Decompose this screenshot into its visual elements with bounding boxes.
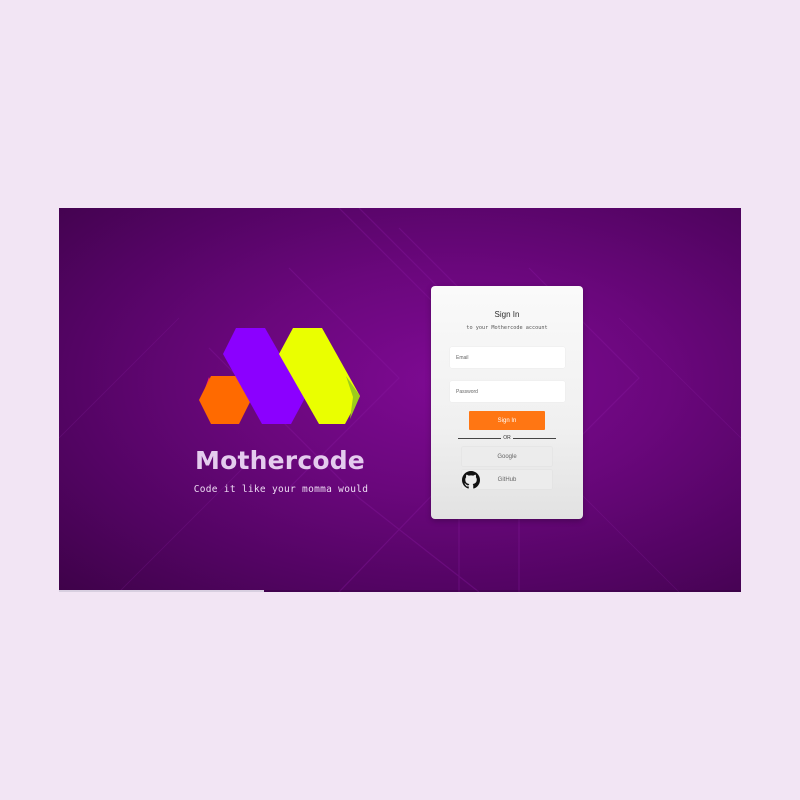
google-signin-button[interactable]: Google <box>462 447 552 466</box>
loading-progress-bar <box>59 590 741 592</box>
login-screen: Mothercode Code it like your momma would… <box>59 208 741 592</box>
email-input[interactable] <box>450 347 565 368</box>
divider-line-right <box>513 438 556 439</box>
signin-card: Sign In to your Mothercode account Sign … <box>431 286 583 519</box>
signin-subtitle: to your Mothercode account <box>466 325 548 331</box>
or-divider: OR <box>458 434 556 443</box>
loading-progress-fill <box>59 590 264 592</box>
brand-tagline: Code it like your momma would <box>193 484 369 495</box>
password-input[interactable] <box>450 381 565 402</box>
mothercode-logo <box>199 328 360 424</box>
sign-in-button[interactable]: Sign In <box>469 411 545 430</box>
background-pattern <box>59 208 741 592</box>
signin-title: Sign In <box>494 310 520 319</box>
brand-name: Mothercode <box>195 446 365 475</box>
github-icon <box>462 471 480 489</box>
